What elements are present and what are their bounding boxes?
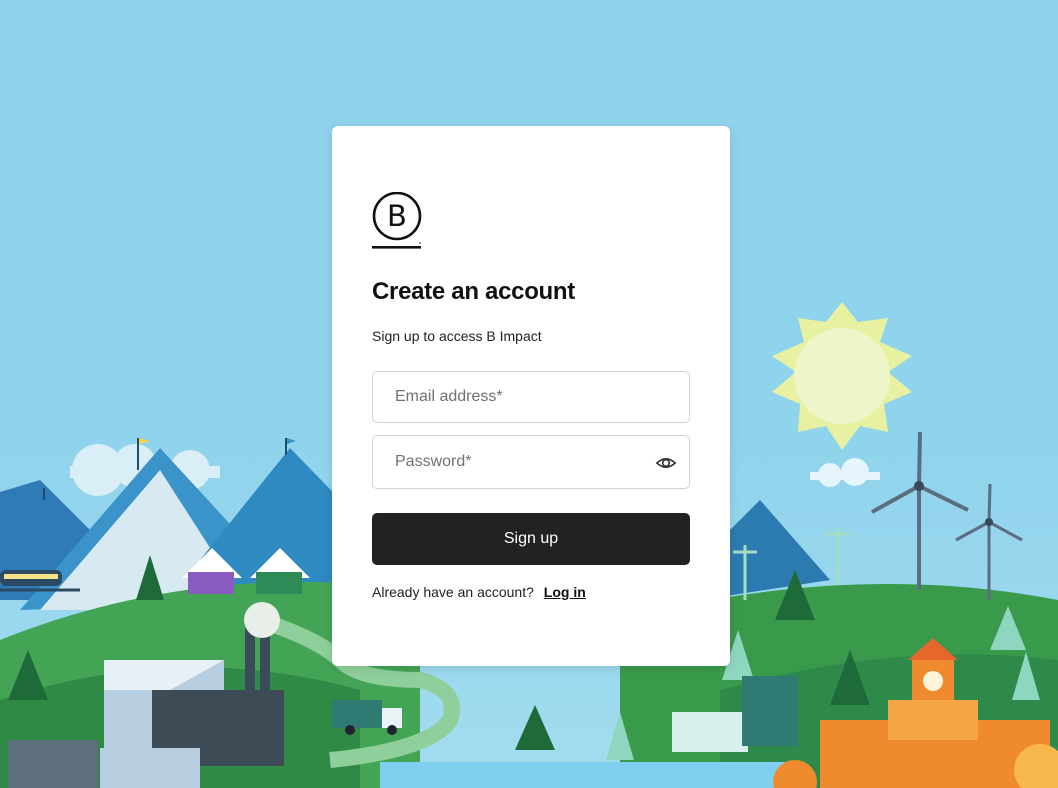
wind-turbine-icon: [871, 431, 969, 590]
password-field[interactable]: [373, 436, 689, 488]
log-in-link[interactable]: Log in: [544, 584, 586, 600]
flag-icon: [139, 438, 150, 444]
password-field-container: [372, 435, 690, 489]
flag-icon: [287, 438, 296, 444]
login-prompt-row: Already have an account? Log in: [372, 584, 586, 600]
cloud-right: [810, 458, 880, 487]
svg-text:B: B: [387, 199, 407, 233]
signup-card: B Create an account Sign up to access B …: [332, 126, 730, 666]
email-field-container: [372, 371, 690, 423]
email-field[interactable]: [373, 372, 689, 422]
wind-turbine-icon: [955, 483, 1023, 600]
eye-icon[interactable]: [655, 452, 677, 474]
sun-icon: [772, 302, 912, 450]
b-corp-logo-icon: B: [372, 192, 422, 249]
login-prompt-text: Already have an account?: [372, 584, 534, 600]
turbine-hub: [985, 518, 993, 526]
page-subtitle: Sign up to access B Impact: [372, 328, 542, 344]
page-title: Create an account: [372, 278, 575, 305]
turbine-hub: [914, 481, 924, 491]
sign-up-button[interactable]: Sign up: [372, 513, 690, 565]
river: [380, 762, 800, 788]
